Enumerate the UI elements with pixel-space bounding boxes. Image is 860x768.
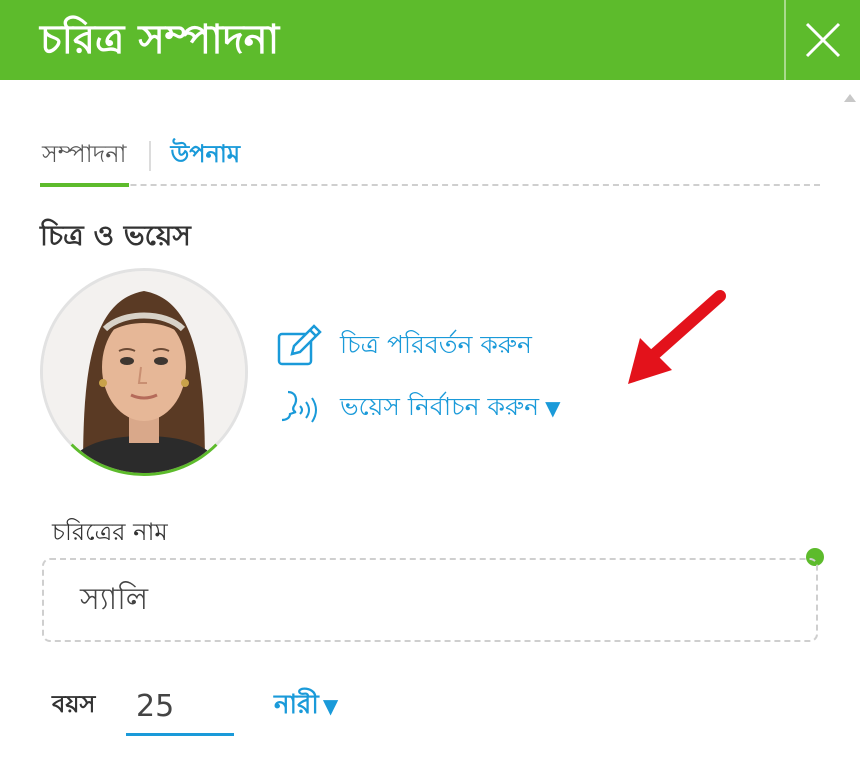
change-image-label: চিত্র পরিবর্তন করুন bbox=[340, 329, 532, 359]
select-voice-button[interactable]: ভয়েস নির্বাচন করুন ▼ bbox=[276, 386, 560, 430]
dialog-header: চরিত্র সম্পাদনা bbox=[0, 0, 860, 80]
tab-bar: সম্পাদনা উপনাম bbox=[40, 127, 820, 187]
annotation-arrow-icon bbox=[628, 290, 726, 384]
tab-nickname[interactable]: উপনাম bbox=[171, 127, 241, 185]
close-button[interactable] bbox=[784, 0, 860, 80]
image-voice-section-title: চিত্র ও ভয়েস bbox=[40, 219, 191, 252]
character-name-input[interactable]: স্যালি bbox=[42, 558, 818, 642]
edit-icon bbox=[277, 324, 322, 366]
gender-dropdown[interactable]: নারী ▼ bbox=[274, 684, 338, 728]
tab-divider bbox=[148, 141, 151, 171]
character-portrait bbox=[43, 271, 245, 473]
scroll-up-arrow[interactable] bbox=[844, 94, 856, 102]
chevron-down-icon: ▼ bbox=[322, 694, 339, 718]
age-label: বয়স bbox=[52, 690, 96, 718]
close-icon bbox=[805, 22, 841, 58]
age-input[interactable]: 25 bbox=[126, 680, 234, 736]
change-image-button[interactable]: চিত্র পরিবর্তন করুন bbox=[276, 324, 532, 368]
tab-edit[interactable]: সম্পাদনা bbox=[40, 127, 129, 187]
character-name-label: চরিত্রের নাম bbox=[52, 518, 168, 546]
voice-icon bbox=[281, 390, 317, 423]
chevron-down-icon: ▼ bbox=[545, 396, 561, 420]
avatar[interactable] bbox=[40, 268, 248, 476]
dialog-title: চরিত্র সম্পাদনা bbox=[40, 17, 280, 63]
gender-value: নারী bbox=[274, 690, 319, 720]
select-voice-label: ভয়েস নির্বাচন করুন bbox=[340, 391, 540, 421]
